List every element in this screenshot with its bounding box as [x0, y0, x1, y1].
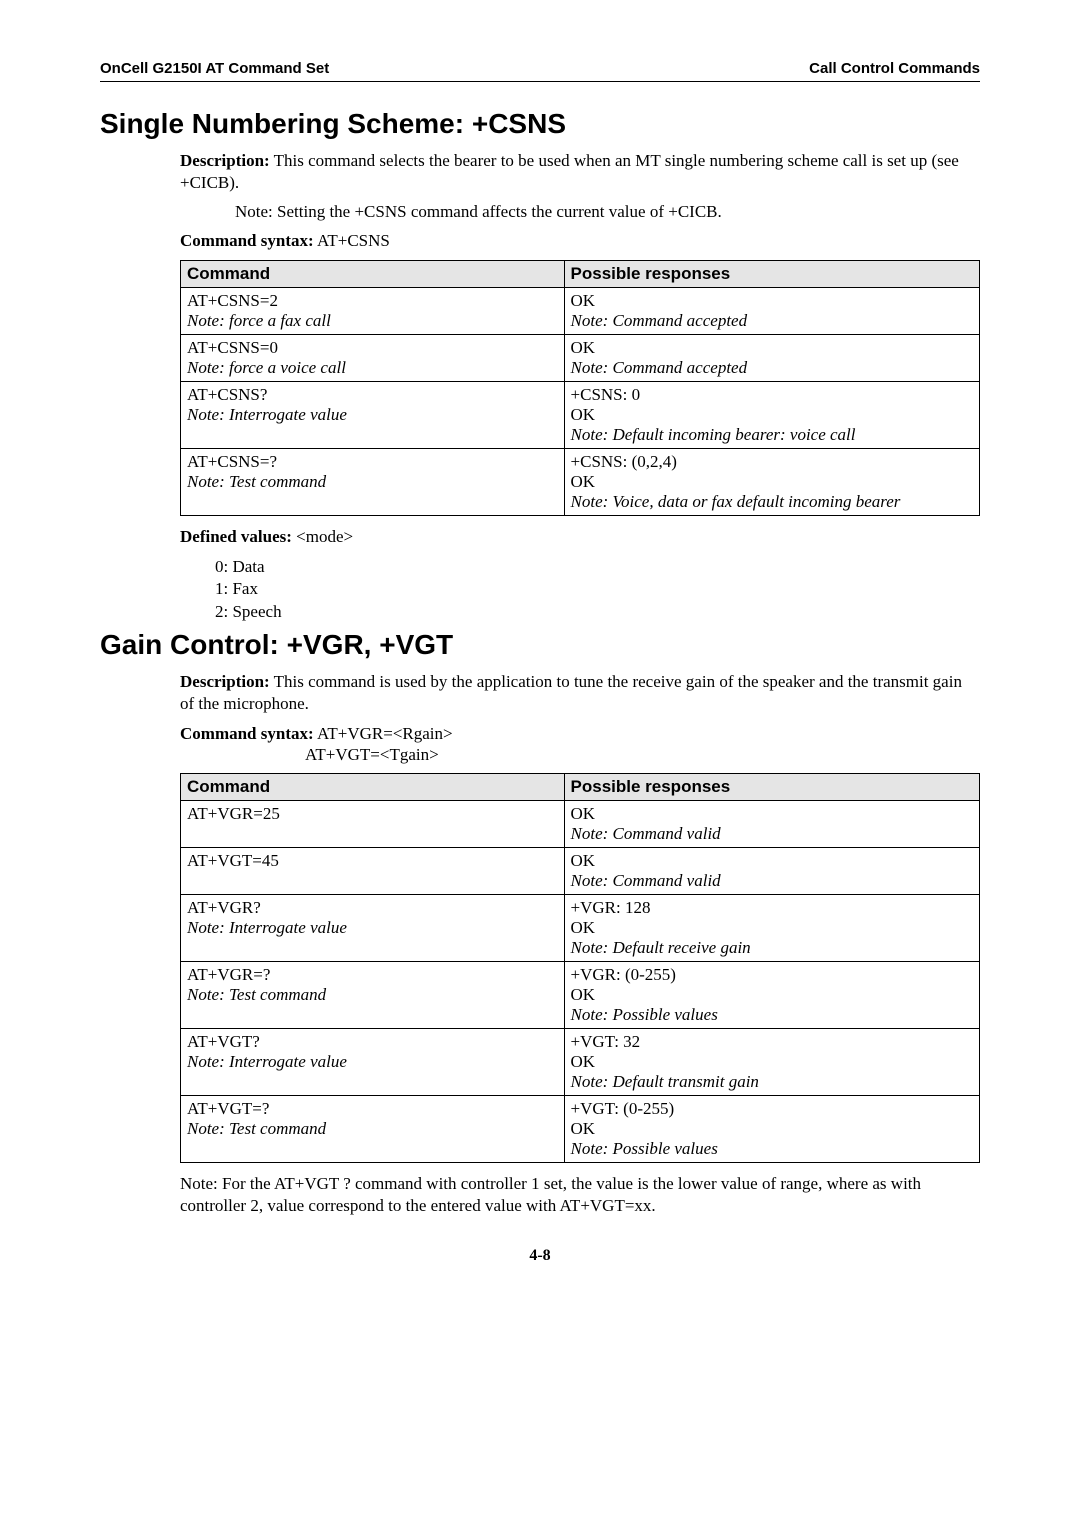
page-header: OnCell G2150I AT Command Set Call Contro… [100, 60, 980, 82]
th-responses: Possible responses [564, 773, 979, 800]
gain-title: Gain Control: +VGR, +VGT [100, 629, 980, 661]
resp: +VGT: 32 [571, 1032, 641, 1051]
resp: +VGR: 128 [571, 898, 651, 917]
resp: +CSNS: (0,2,4) [571, 452, 677, 471]
cmd: AT+VGT? [187, 1032, 260, 1051]
gain-description: Description: This command is used by the… [180, 671, 980, 715]
resp-note: Note: Command accepted [571, 311, 748, 330]
header-right: Call Control Commands [809, 60, 980, 77]
table-row: AT+CSNS?Note: Interrogate value +CSNS: 0… [181, 382, 980, 449]
table-header-row: Command Possible responses [181, 261, 980, 288]
table-row: AT+VGT?Note: Interrogate value +VGT: 32O… [181, 1028, 980, 1095]
resp-ok: OK [571, 472, 596, 491]
table-header-row: Command Possible responses [181, 773, 980, 800]
resp-note: Note: Command valid [571, 824, 721, 843]
gain-table: Command Possible responses AT+VGR=25 OKN… [180, 773, 980, 1163]
csns-defined-values: Defined values: <mode> [180, 526, 980, 548]
resp-note: Note: Possible values [571, 1139, 718, 1158]
cmd-note: Note: force a voice call [187, 358, 346, 377]
resp-note: Note: Default receive gain [571, 938, 751, 957]
th-responses: Possible responses [564, 261, 979, 288]
defined-value: 0: Data [215, 556, 980, 578]
gain-syntax-2: AT+VGT=<Tgain> [305, 745, 980, 765]
resp: OK [571, 851, 596, 870]
resp-note: Note: Voice, data or fax default incomin… [571, 492, 901, 511]
header-left: OnCell G2150I AT Command Set [100, 60, 329, 77]
cmd-note: Note: Interrogate value [187, 1052, 347, 1071]
resp: OK [571, 804, 596, 823]
resp-note: Note: Command valid [571, 871, 721, 890]
cmd: AT+VGR=? [187, 965, 270, 984]
cmd: AT+VGR=25 [187, 804, 280, 823]
syntax-label: Command syntax: [180, 231, 314, 250]
th-command: Command [181, 773, 565, 800]
csns-title: Single Numbering Scheme: +CSNS [100, 108, 980, 140]
desc-text: This command is used by the application … [180, 672, 962, 713]
page: OnCell G2150I AT Command Set Call Contro… [0, 0, 1080, 1305]
gain-footnote: Note: For the AT+VGT ? command with cont… [180, 1173, 980, 1217]
defined-value: 2: Speech [215, 601, 980, 623]
csns-syntax: Command syntax: AT+CSNS [180, 230, 980, 252]
page-number: 4-8 [100, 1247, 980, 1265]
cmd: AT+CSNS? [187, 385, 267, 404]
csns-description: Description: This command selects the be… [180, 150, 980, 194]
resp-note: Note: Possible values [571, 1005, 718, 1024]
gain-syntax: Command syntax: AT+VGR=<Rgain> [180, 723, 980, 745]
syntax-text: AT+CSNS [314, 231, 390, 250]
cmd-note: Note: Interrogate value [187, 918, 347, 937]
csns-table: Command Possible responses AT+CSNS=2Note… [180, 260, 980, 516]
defined-list: 0: Data 1: Fax 2: Speech [215, 556, 980, 622]
defined-param: <mode> [292, 527, 353, 546]
resp: +VGT: (0-255) [571, 1099, 675, 1118]
table-row: AT+VGR=25 OKNote: Command valid [181, 800, 980, 847]
resp: OK [571, 291, 596, 310]
table-row: AT+VGR=?Note: Test command +VGR: (0-255)… [181, 961, 980, 1028]
desc-text: This command selects the bearer to be us… [180, 151, 959, 192]
table-row: AT+CSNS=0Note: force a voice call OKNote… [181, 335, 980, 382]
resp-ok: OK [571, 918, 596, 937]
resp-ok: OK [571, 1119, 596, 1138]
table-row: AT+VGT=45 OKNote: Command valid [181, 847, 980, 894]
resp-note: Note: Default incoming bearer: voice cal… [571, 425, 856, 444]
resp-note: Note: Default transmit gain [571, 1072, 759, 1091]
cmd-note: Note: Test command [187, 985, 326, 1004]
resp: +CSNS: 0 [571, 385, 641, 404]
cmd: AT+CSNS=2 [187, 291, 278, 310]
defined-value: 1: Fax [215, 578, 980, 600]
cmd: AT+VGT=45 [187, 851, 279, 870]
desc-label: Description: [180, 672, 270, 691]
cmd: AT+CSNS=? [187, 452, 277, 471]
resp: +VGR: (0-255) [571, 965, 676, 984]
defined-label: Defined values: [180, 527, 292, 546]
cmd: AT+VGR? [187, 898, 261, 917]
resp-ok: OK [571, 985, 596, 1004]
resp-ok: OK [571, 1052, 596, 1071]
cmd: AT+VGT=? [187, 1099, 269, 1118]
csns-note: Note: Setting the +CSNS command affects … [235, 202, 980, 222]
syntax-label: Command syntax: [180, 724, 314, 743]
cmd: AT+CSNS=0 [187, 338, 278, 357]
table-row: AT+CSNS=?Note: Test command +CSNS: (0,2,… [181, 449, 980, 516]
th-command: Command [181, 261, 565, 288]
cmd-note: Note: force a fax call [187, 311, 331, 330]
table-row: AT+CSNS=2Note: force a fax call OKNote: … [181, 288, 980, 335]
cmd-note: Note: Test command [187, 1119, 326, 1138]
cmd-note: Note: Test command [187, 472, 326, 491]
resp-ok: OK [571, 405, 596, 424]
resp-note: Note: Command accepted [571, 358, 748, 377]
table-row: AT+VGR?Note: Interrogate value +VGR: 128… [181, 894, 980, 961]
cmd-note: Note: Interrogate value [187, 405, 347, 424]
resp: OK [571, 338, 596, 357]
desc-label: Description: [180, 151, 270, 170]
table-row: AT+VGT=?Note: Test command +VGT: (0-255)… [181, 1095, 980, 1162]
syntax-text-1: AT+VGR=<Rgain> [314, 724, 453, 743]
